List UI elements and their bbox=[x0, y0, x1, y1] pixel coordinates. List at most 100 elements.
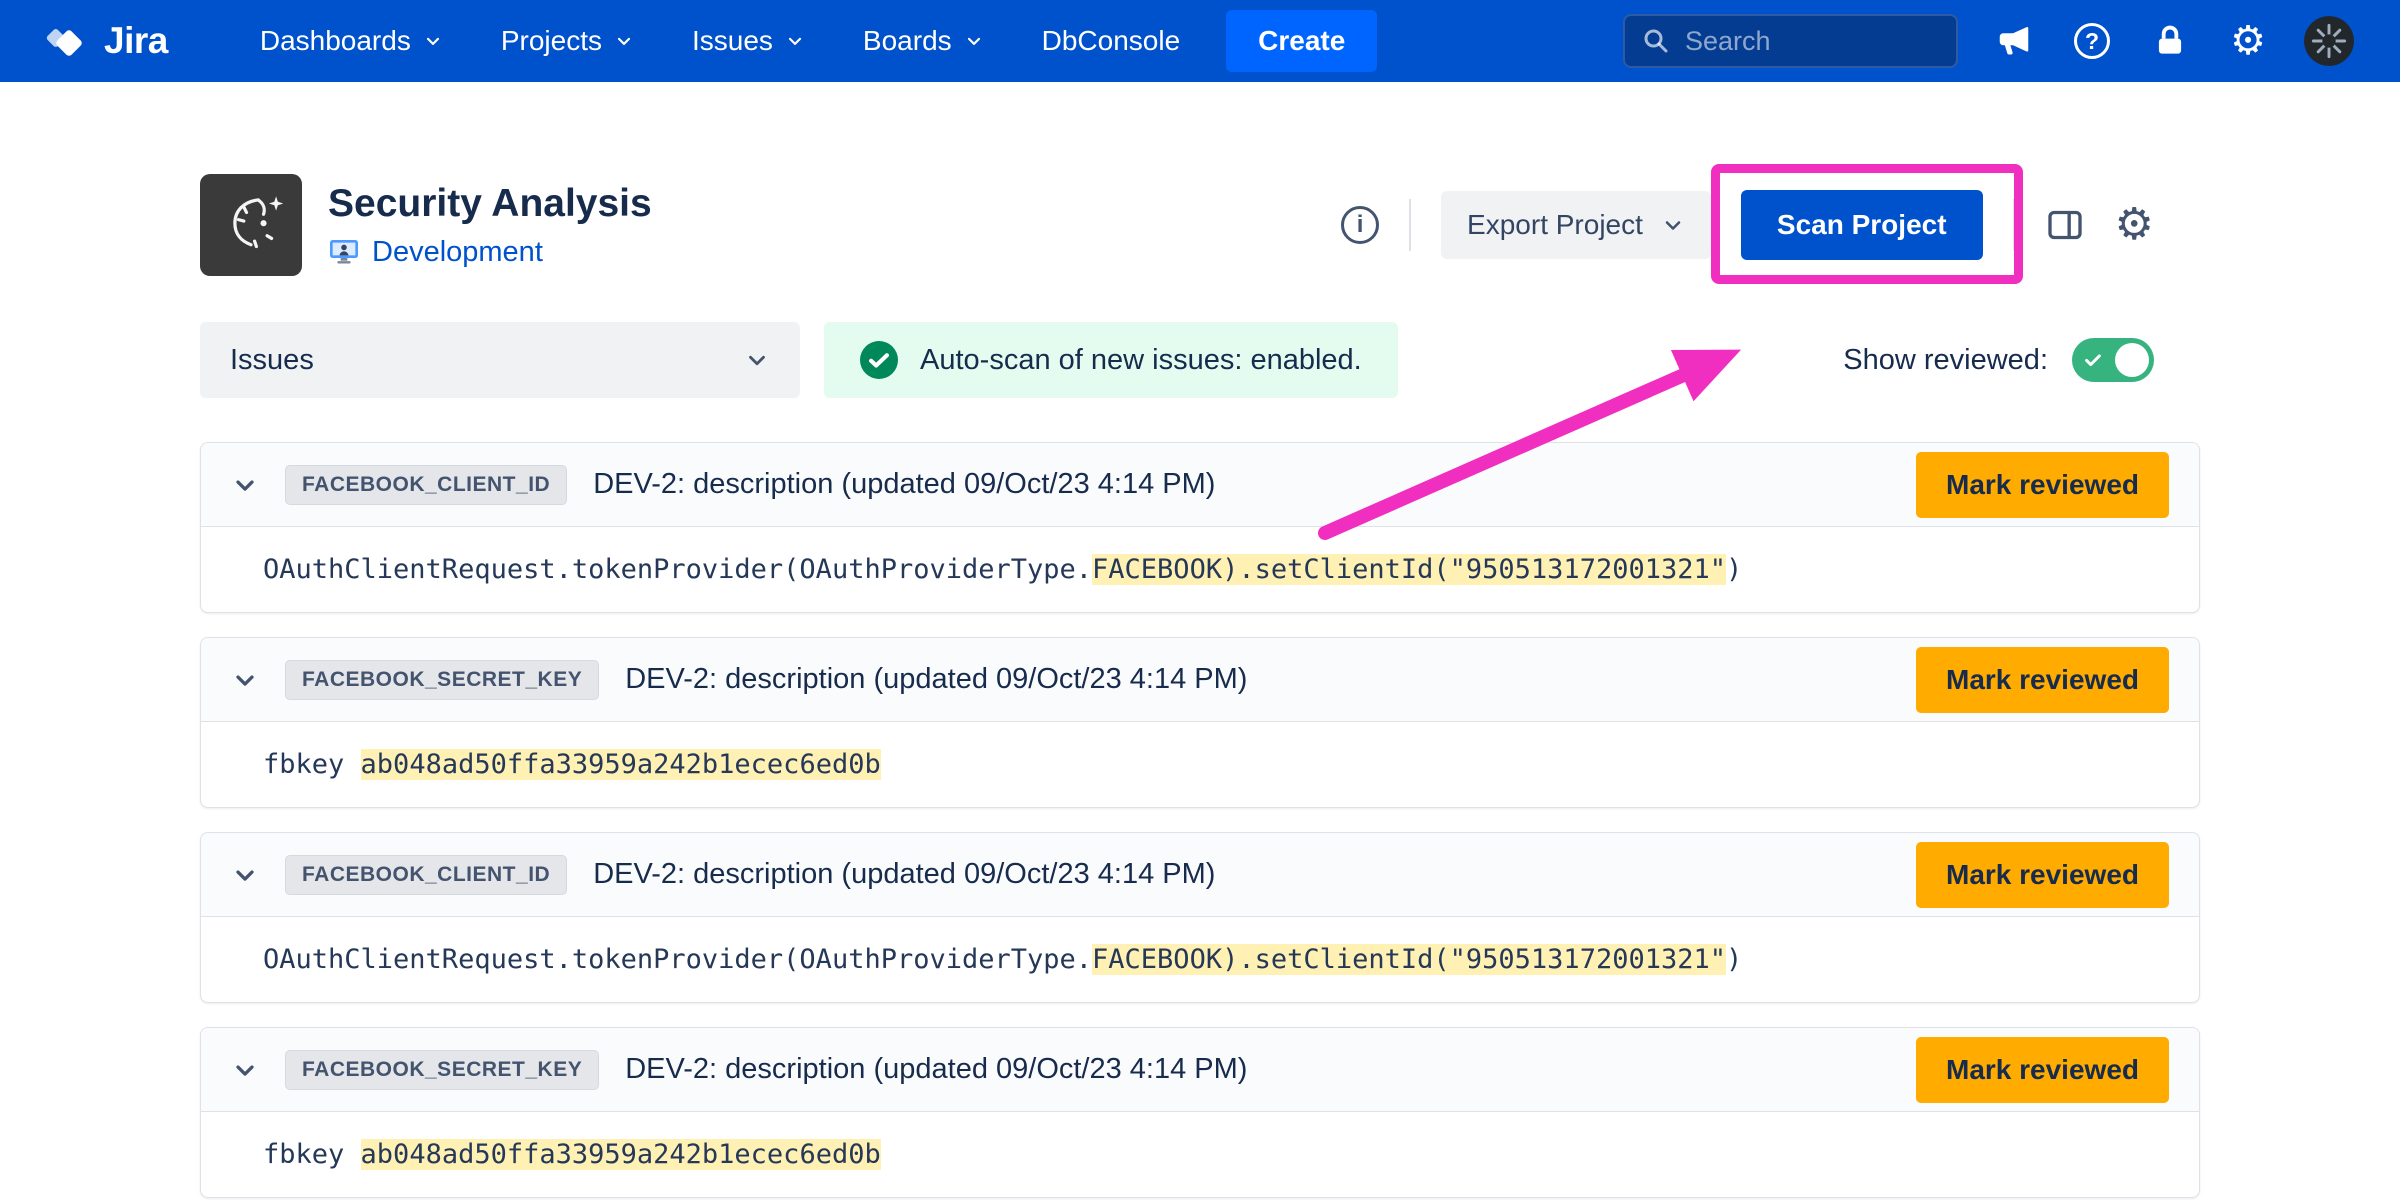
code-highlighted-segment: FACEBOOK).setClientId("950513172001321" bbox=[1092, 554, 1726, 585]
nav-dbconsole[interactable]: DbConsole bbox=[1042, 25, 1181, 57]
check-circle-icon bbox=[860, 341, 898, 379]
project-avatar bbox=[200, 174, 302, 276]
collapse-chevron-icon[interactable] bbox=[231, 471, 259, 499]
jira-logo[interactable]: Jira bbox=[46, 18, 168, 64]
finding-type-badge: FACEBOOK_SECRET_KEY bbox=[285, 660, 599, 700]
issue-title: DEV-2: description (updated 09/Oct/23 4:… bbox=[593, 858, 1215, 891]
user-avatar[interactable] bbox=[2304, 16, 2354, 66]
code-segment: OAuthClientRequest.tokenProvider(OAuthPr… bbox=[263, 944, 1092, 975]
collapse-chevron-icon[interactable] bbox=[231, 1056, 259, 1084]
export-project-button[interactable]: Export Project bbox=[1441, 191, 1711, 259]
mark-reviewed-button[interactable]: Mark reviewed bbox=[1916, 1037, 2169, 1103]
create-button[interactable]: Create bbox=[1226, 10, 1377, 72]
show-reviewed-control: Show reviewed: bbox=[1843, 338, 2154, 382]
view-selector-dropdown[interactable]: Issues bbox=[200, 322, 800, 398]
issue-card: FACEBOOK_SECRET_KEY DEV-2: description (… bbox=[200, 637, 2200, 808]
nav-issues[interactable]: Issues bbox=[692, 25, 805, 57]
search-input[interactable] bbox=[1685, 26, 1940, 57]
nav-boards[interactable]: Boards bbox=[863, 25, 984, 57]
show-reviewed-toggle[interactable] bbox=[2072, 338, 2154, 382]
chevron-down-icon bbox=[964, 31, 984, 51]
show-reviewed-label: Show reviewed: bbox=[1843, 344, 2048, 377]
issue-card-body: fbkey ab048ad50ffa33959a242b1ecec6ed0b bbox=[201, 722, 2199, 807]
finding-type-badge: FACEBOOK_SECRET_KEY bbox=[285, 1050, 599, 1090]
autoscan-banner: Auto-scan of new issues: enabled. bbox=[824, 322, 1398, 398]
nav-label: Dashboards bbox=[260, 25, 411, 57]
view-selector-value: Issues bbox=[230, 344, 314, 377]
issue-card: FACEBOOK_CLIENT_ID DEV-2: description (u… bbox=[200, 442, 2200, 613]
lock-icon[interactable] bbox=[2148, 19, 2192, 63]
nav-dashboards[interactable]: Dashboards bbox=[260, 25, 443, 57]
mark-reviewed-button[interactable]: Mark reviewed bbox=[1916, 647, 2169, 713]
code-highlighted-segment: ab048ad50ffa33959a242b1ecec6ed0b bbox=[361, 749, 881, 780]
detail-panel-icon[interactable] bbox=[2045, 205, 2085, 245]
page-title: Security Analysis bbox=[328, 182, 652, 226]
page-content: Security Analysis Development i Export P… bbox=[0, 82, 2400, 1198]
chevron-down-icon bbox=[423, 31, 443, 51]
divider bbox=[1409, 199, 1411, 251]
code-segment: OAuthClientRequest.tokenProvider(OAuthPr… bbox=[263, 554, 1092, 585]
issue-card: FACEBOOK_SECRET_KEY DEV-2: description (… bbox=[200, 1027, 2200, 1198]
code-segment: ) bbox=[1726, 554, 1742, 585]
code-snippet: fbkey ab048ad50ffa33959a242b1ecec6ed0b bbox=[263, 749, 881, 780]
nav-label: DbConsole bbox=[1042, 25, 1181, 57]
help-icon[interactable]: ? bbox=[2070, 19, 2114, 63]
issue-card-header: FACEBOOK_SECRET_KEY DEV-2: description (… bbox=[201, 638, 2199, 722]
info-icon[interactable]: i bbox=[1341, 206, 1379, 244]
title-block: Security Analysis Development bbox=[328, 182, 652, 269]
announcement-icon[interactable] bbox=[1992, 19, 2036, 63]
issue-card-header: FACEBOOK_CLIENT_ID DEV-2: description (u… bbox=[201, 833, 2199, 917]
chevron-down-icon bbox=[744, 347, 770, 373]
top-navbar: Jira Dashboards Projects Issues Boards D… bbox=[0, 0, 2400, 82]
nav-label: Projects bbox=[501, 25, 602, 57]
filter-row: Issues Auto-scan of new issues: enabled.… bbox=[200, 322, 2200, 398]
check-icon bbox=[2082, 349, 2104, 371]
code-snippet: OAuthClientRequest.tokenProvider(OAuthPr… bbox=[263, 554, 1742, 585]
navbar-right: ? ⚙ bbox=[1623, 14, 2354, 68]
chevron-down-icon bbox=[614, 31, 634, 51]
issue-title: DEV-2: description (updated 09/Oct/23 4:… bbox=[625, 1053, 1247, 1086]
page-settings-gear-icon[interactable]: ⚙ bbox=[2115, 203, 2154, 247]
export-label: Export Project bbox=[1467, 209, 1643, 241]
collapse-chevron-icon[interactable] bbox=[231, 666, 259, 694]
finding-type-badge: FACEBOOK_CLIENT_ID bbox=[285, 465, 567, 505]
issue-card-body: OAuthClientRequest.tokenProvider(OAuthPr… bbox=[201, 527, 2199, 612]
main-nav: Dashboards Projects Issues Boards DbCons… bbox=[260, 25, 1180, 57]
issue-card-list: FACEBOOK_CLIENT_ID DEV-2: description (u… bbox=[200, 442, 2200, 1198]
scan-project-button[interactable]: Scan Project bbox=[1741, 190, 1983, 260]
settings-gear-icon[interactable]: ⚙ bbox=[2226, 19, 2270, 63]
page-header: Security Analysis Development i Export P… bbox=[200, 174, 2200, 276]
search-icon bbox=[1641, 26, 1671, 56]
mark-reviewed-button[interactable]: Mark reviewed bbox=[1916, 452, 2169, 518]
issue-card-header: FACEBOOK_SECRET_KEY DEV-2: description (… bbox=[201, 1028, 2199, 1112]
code-segment: ) bbox=[1726, 944, 1742, 975]
code-snippet: OAuthClientRequest.tokenProvider(OAuthPr… bbox=[263, 944, 1742, 975]
code-highlighted-segment: ab048ad50ffa33959a242b1ecec6ed0b bbox=[361, 1139, 881, 1170]
autoscan-text: Auto-scan of new issues: enabled. bbox=[920, 344, 1362, 377]
collapse-chevron-icon[interactable] bbox=[231, 861, 259, 889]
search-box[interactable] bbox=[1623, 14, 1958, 68]
issue-title: DEV-2: description (updated 09/Oct/23 4:… bbox=[593, 468, 1215, 501]
scan-project-wrapper: Scan Project bbox=[1741, 190, 1983, 260]
nav-projects[interactable]: Projects bbox=[501, 25, 634, 57]
nav-label: Issues bbox=[692, 25, 773, 57]
divider bbox=[2013, 199, 2015, 251]
issue-title: DEV-2: description (updated 09/Oct/23 4:… bbox=[625, 663, 1247, 696]
issue-card-body: OAuthClientRequest.tokenProvider(OAuthPr… bbox=[201, 917, 2199, 1002]
code-segment: fbkey bbox=[263, 1139, 361, 1170]
chevron-down-icon bbox=[1661, 213, 1685, 237]
issue-card-header: FACEBOOK_CLIENT_ID DEV-2: description (u… bbox=[201, 443, 2199, 527]
nav-label: Boards bbox=[863, 25, 952, 57]
header-actions: i Export Project Scan Project ⚙ bbox=[1341, 190, 2154, 260]
code-snippet: fbkey ab048ad50ffa33959a242b1ecec6ed0b bbox=[263, 1139, 881, 1170]
chevron-down-icon bbox=[785, 31, 805, 51]
finding-type-badge: FACEBOOK_CLIENT_ID bbox=[285, 855, 567, 895]
brand-name: Jira bbox=[104, 20, 168, 62]
project-icon bbox=[328, 236, 360, 268]
project-link[interactable]: Development bbox=[372, 236, 543, 269]
mark-reviewed-button[interactable]: Mark reviewed bbox=[1916, 842, 2169, 908]
code-highlighted-segment: FACEBOOK).setClientId("950513172001321" bbox=[1092, 944, 1726, 975]
code-segment: fbkey bbox=[263, 749, 361, 780]
toggle-knob bbox=[2115, 343, 2149, 377]
jira-logo-icon bbox=[46, 18, 92, 64]
